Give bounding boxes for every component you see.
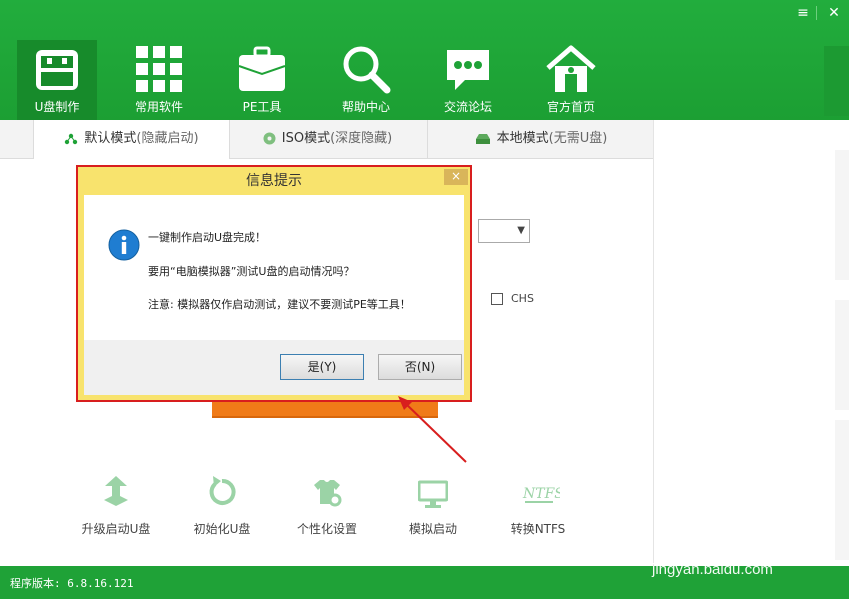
share-icon — [65, 133, 78, 144]
tab-local-mode[interactable]: 本地模式(无需U盘) — [427, 120, 654, 158]
dialog-message-line2: 要用“电脑模拟器”测试U盘的启动情况吗？ — [148, 265, 355, 278]
dialog-titlebar[interactable]: 信息提示 × — [78, 167, 470, 195]
tab-default-mode[interactable]: 默认模式(隐藏启动) — [33, 120, 230, 159]
mode-tabs: 默认模式(隐藏启动) ISO模式(深度隐藏) 本地模式(无需U盘) — [0, 120, 653, 159]
dialog-button-area: 是(Y) 否(N) — [84, 340, 464, 395]
nav-home[interactable]: 官方首页 — [531, 40, 611, 120]
version-text: 程序版本: 6.8.16.121 — [10, 577, 134, 590]
apps-grid-icon — [136, 46, 182, 92]
right-scroll-strip — [835, 150, 849, 280]
tab-sublabel: (隐藏启动) — [136, 131, 199, 146]
nav-label: 交流论坛 — [443, 100, 492, 114]
upgrade-icon — [104, 476, 128, 506]
tool-simulate-boot[interactable]: 模拟启动 — [378, 474, 488, 544]
toolbox-icon — [238, 46, 286, 91]
no-button[interactable]: 否(N) — [378, 354, 462, 380]
chs-option[interactable]: CHS — [491, 292, 534, 305]
tab-label: 默认模式 — [84, 131, 137, 146]
nav-pe-tools[interactable]: PE工具 — [222, 40, 302, 120]
window-divider — [816, 6, 817, 20]
header-side-strip — [824, 46, 849, 116]
yes-button[interactable]: 是(Y) — [280, 354, 364, 380]
dialog-message-line1: 一键制作启动U盘完成！ — [148, 231, 267, 244]
refresh-icon — [209, 476, 236, 505]
nav-help[interactable]: 帮助中心 — [326, 40, 406, 120]
search-icon — [343, 46, 391, 94]
usb-drive-icon — [36, 50, 78, 90]
nav-usb-make[interactable]: U盘制作 — [17, 40, 97, 120]
tab-iso-mode[interactable]: ISO模式(深度隐藏) — [229, 120, 426, 158]
chevron-down-icon: ▼ — [517, 225, 525, 236]
tool-convert-ntfs[interactable]: NTFS 转换NTFS — [483, 474, 593, 544]
right-panel — [653, 120, 849, 566]
info-icon — [108, 229, 140, 261]
tool-label: 个性化设置 — [296, 522, 357, 536]
watermark-brand: Bai 经验 — [652, 527, 793, 560]
dialog-title: 信息提示 — [246, 173, 302, 189]
info-dialog: 信息提示 × 一键制作启动U盘完成！ 要用“电脑模拟器”测试U盘的启动情况吗？ … — [76, 165, 472, 402]
tab-label: ISO模式 — [281, 131, 331, 146]
annotation-arrow — [398, 396, 467, 463]
nav-label: U盘制作 — [34, 100, 80, 114]
watermark-url: jingyan.baidu.com — [652, 561, 773, 578]
nav-label: 官方首页 — [546, 100, 595, 114]
tool-init-usb[interactable]: 初始化U盘 — [167, 474, 277, 544]
app-window: ≡ ✕ U盘制作 常用软件 PE工具 帮助中心 交流论坛 官方首页 默认模式(隐… — [0, 0, 849, 599]
nav-label: PE工具 — [242, 100, 282, 114]
tool-label: 升级启动U盘 — [81, 522, 151, 536]
close-window-button[interactable]: ✕ — [823, 4, 845, 22]
right-scroll-strip — [835, 300, 849, 410]
tool-upgrade-usb[interactable]: 升级启动U盘 — [61, 474, 171, 544]
device-select[interactable]: ▼ — [478, 219, 530, 243]
tool-personalize[interactable]: 个性化设置 — [272, 474, 382, 544]
ntfs-icon: NTFS — [522, 486, 560, 503]
chat-bubble-icon — [447, 50, 489, 90]
dialog-close-button[interactable]: × — [444, 169, 468, 185]
header-bar: ≡ ✕ U盘制作 常用软件 PE工具 帮助中心 交流论坛 官方首页 — [0, 0, 849, 120]
tool-label: 初始化U盘 — [193, 522, 251, 536]
shirt-gear-icon — [314, 480, 342, 507]
dialog-body: 一键制作启动U盘完成！ 要用“电脑模拟器”测试U盘的启动情况吗？ 注意: 模拟器… — [84, 195, 464, 340]
tab-sublabel: (深度隐藏) — [330, 131, 393, 146]
dialog-message-line3: 注意: 模拟器仅作启动测试，建议不要测试PE等工具！ — [148, 298, 411, 311]
right-scroll-strip — [835, 420, 849, 560]
nav-forum[interactable]: 交流论坛 — [428, 40, 508, 120]
chs-label: CHS — [511, 292, 534, 305]
tool-label: 模拟启动 — [408, 522, 457, 536]
monitor-icon — [418, 480, 448, 508]
home-icon — [546, 45, 596, 92]
menu-button[interactable]: ≡ — [792, 4, 814, 22]
tab-sublabel: (无需U盘) — [548, 131, 608, 146]
tool-label: 转换NTFS — [510, 522, 566, 536]
drive-icon — [475, 133, 490, 144]
disc-icon — [263, 132, 276, 145]
tab-label: 本地模式 — [496, 131, 549, 146]
paw-icon — [702, 527, 729, 555]
nav-label: 帮助中心 — [341, 100, 390, 114]
nav-software[interactable]: 常用软件 — [119, 40, 199, 120]
nav-label: 常用软件 — [134, 100, 183, 114]
svg-text:NTFS: NTFS — [522, 486, 560, 502]
chs-checkbox[interactable] — [491, 293, 503, 305]
